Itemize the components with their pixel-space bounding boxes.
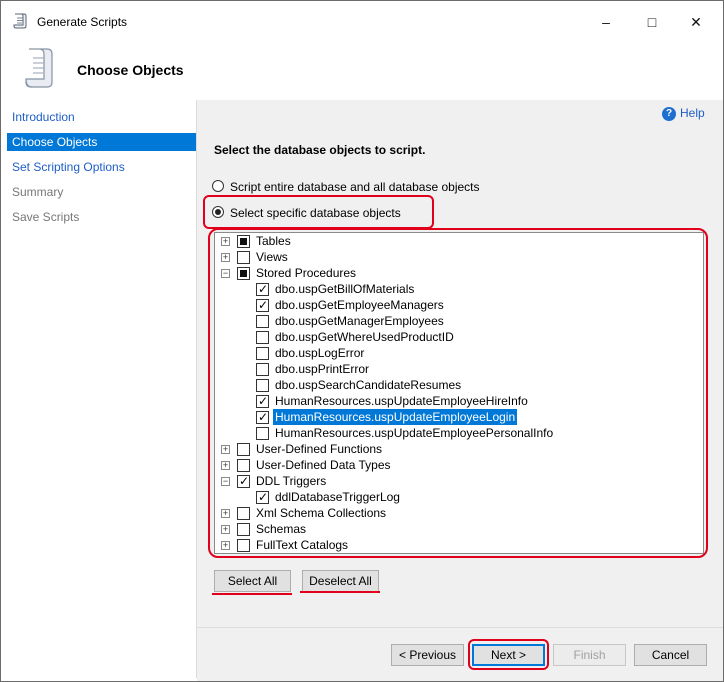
annotation-highlight-next xyxy=(468,639,549,670)
radio-entire-database[interactable] xyxy=(212,180,224,192)
select-all-button[interactable]: Select All xyxy=(214,570,291,592)
scroll-icon xyxy=(25,48,53,88)
help-icon[interactable]: ? xyxy=(662,107,676,121)
wizard-header: Choose Objects xyxy=(1,41,723,99)
maximize-button[interactable]: □ xyxy=(637,9,667,35)
annotation-underline-select-all xyxy=(212,593,292,595)
annotation-highlight-radio xyxy=(203,195,434,229)
annotation-underline-deselect-all xyxy=(300,591,380,593)
finish-button: Finish xyxy=(553,644,626,666)
sidebar-item-save-scripts: Save Scripts xyxy=(12,210,80,224)
window-title: Generate Scripts xyxy=(37,15,128,29)
sidebar-item-summary: Summary xyxy=(12,185,64,199)
deselect-all-button[interactable]: Deselect All xyxy=(302,570,379,592)
sidebar-item-choose-objects[interactable]: Choose Objects xyxy=(7,133,196,151)
scroll-icon xyxy=(13,13,27,29)
title-bar: Generate Scripts – □ ✕ xyxy=(1,1,723,41)
previous-button[interactable]: < Previous xyxy=(391,644,464,666)
instruction-text: Select the database objects to script. xyxy=(214,143,426,157)
cancel-button[interactable]: Cancel xyxy=(634,644,707,666)
wizard-sidebar: Introduction Choose Objects Set Scriptin… xyxy=(1,100,197,678)
sidebar-item-set-scripting-options[interactable]: Set Scripting Options xyxy=(7,158,196,176)
close-button[interactable]: ✕ xyxy=(681,9,711,35)
page-title: Choose Objects xyxy=(77,62,184,78)
annotation-highlight-tree xyxy=(208,228,708,558)
radio-entire-database-label[interactable]: Script entire database and all database … xyxy=(230,180,480,194)
sidebar-item-introduction[interactable]: Introduction xyxy=(7,108,196,126)
help-link[interactable]: Help xyxy=(680,106,705,120)
minimize-button[interactable]: – xyxy=(591,9,621,35)
